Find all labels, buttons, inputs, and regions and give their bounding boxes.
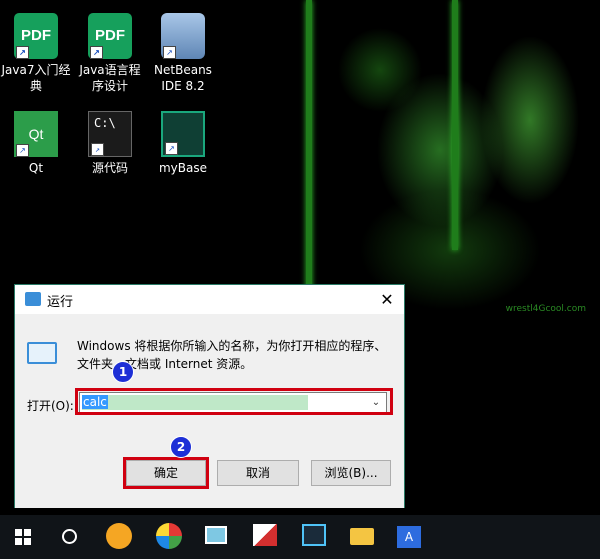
open-label: 打开(O): bbox=[27, 399, 74, 413]
wallpaper-frame-line bbox=[306, 0, 312, 300]
desktop-icon-label: myBase bbox=[158, 161, 207, 175]
run-app-icon bbox=[25, 292, 41, 306]
netbeans-cube-icon: ↗ bbox=[161, 13, 205, 59]
desktop-icon-label: 源代码 bbox=[91, 161, 128, 175]
desktop-icon-mybase[interactable]: ↗ myBase bbox=[147, 111, 219, 176]
ok-highlight-box bbox=[123, 457, 209, 489]
desktop-icon-label: NetBeans bbox=[154, 63, 212, 77]
desktop-icon-label: 典 bbox=[29, 79, 42, 93]
mybase-document-icon: ↗ bbox=[161, 111, 205, 157]
run-program-icon bbox=[27, 342, 57, 364]
desktop-icon-qt[interactable]: Qt ↗ Qt bbox=[0, 111, 72, 176]
shortcut-arrow-icon: ↗ bbox=[91, 143, 104, 156]
desktop-icon-label: Java语言程 bbox=[79, 63, 141, 77]
shortcut-arrow-icon: ↗ bbox=[90, 46, 103, 59]
input-highlight-box bbox=[75, 388, 393, 415]
shortcut-arrow-icon: ↗ bbox=[16, 144, 29, 157]
shortcut-arrow-icon: ↗ bbox=[165, 142, 178, 155]
pdf-icon: PDF ↗ bbox=[88, 13, 132, 59]
wallpaper-watermark: wrestl4Gcool.com bbox=[505, 304, 586, 314]
desktop-icon-label: 序设计 bbox=[91, 79, 128, 93]
qt-icon: Qt ↗ bbox=[14, 111, 58, 157]
shortcut-arrow-icon: ↗ bbox=[163, 46, 176, 59]
cortana-search-icon[interactable] bbox=[62, 529, 77, 544]
red-app-icon[interactable] bbox=[253, 524, 277, 546]
start-button[interactable] bbox=[15, 529, 31, 545]
taskbar bbox=[0, 515, 600, 559]
wallpaper-image bbox=[300, 0, 600, 330]
monitor-app-icon[interactable] bbox=[205, 526, 227, 544]
file-explorer-icon[interactable] bbox=[350, 528, 374, 545]
desktop-icon-label: IDE 8.2 bbox=[161, 79, 205, 93]
terminal-app-icon[interactable] bbox=[302, 524, 326, 546]
desktop-icon-source-code[interactable]: C:\ ↗ 源代码 bbox=[74, 111, 146, 176]
cancel-button[interactable]: 取消 bbox=[217, 460, 299, 486]
desktop-icon-netbeans[interactable]: ↗ NetBeans IDE 8.2 bbox=[147, 13, 219, 94]
desktop-icon-label: Java7入门经 bbox=[1, 63, 71, 77]
browse-button[interactable]: 浏览(B)... bbox=[311, 460, 391, 486]
desktop-icon-java-pdf[interactable]: PDF ↗ Java语言程 序设计 bbox=[74, 13, 146, 94]
pdf-icon: PDF ↗ bbox=[14, 13, 58, 59]
dialog-titlebar[interactable]: 运行 ✕ bbox=[15, 285, 404, 314]
close-button[interactable]: ✕ bbox=[370, 285, 404, 314]
language-indicator-icon[interactable]: A bbox=[397, 526, 421, 548]
dialog-title: 运行 bbox=[47, 295, 74, 310]
wallpaper-frame-line bbox=[452, 0, 458, 250]
color-app-icon[interactable] bbox=[156, 523, 182, 549]
command-prompt-icon: C:\ ↗ bbox=[88, 111, 132, 157]
desktop-icon-java7-pdf[interactable]: PDF ↗ Java7入门经 典 bbox=[0, 13, 72, 94]
step-badge-1: 1 bbox=[112, 361, 134, 383]
browser-app-icon[interactable] bbox=[106, 523, 132, 549]
shortcut-arrow-icon: ↗ bbox=[16, 46, 29, 59]
step-badge-2: 2 bbox=[170, 436, 192, 458]
desktop-icon-label: Qt bbox=[28, 161, 44, 175]
